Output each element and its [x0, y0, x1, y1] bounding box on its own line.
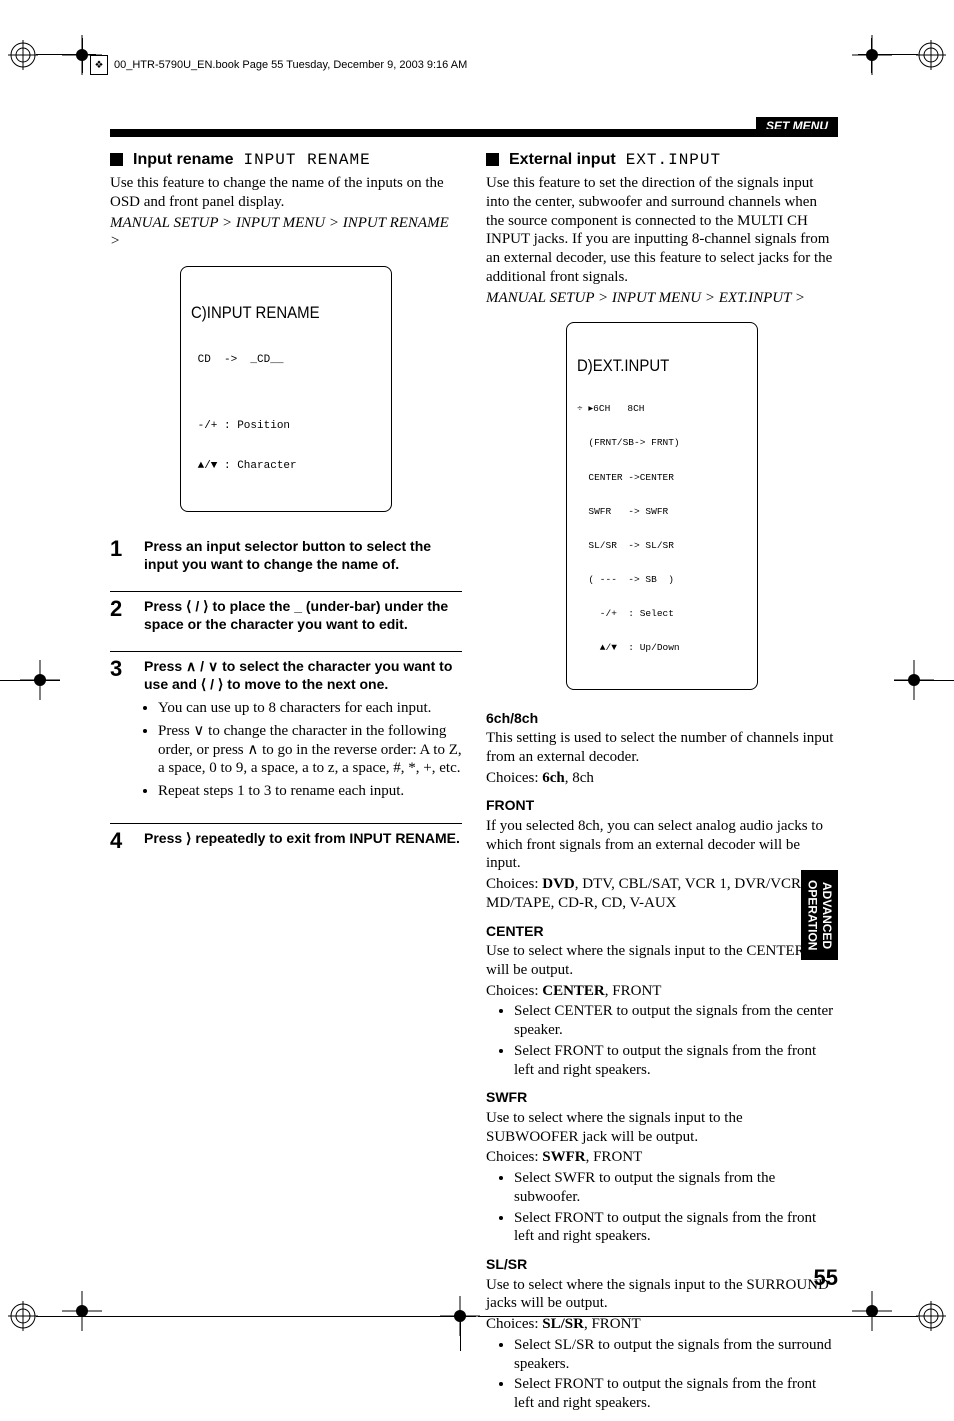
choices: Choices: DVD, DTV, CBL/SAT, VCR 1, DVR/V… [486, 875, 838, 913]
step-text: Press ⟨ / ⟩ to place the _ (under-bar) u… [144, 598, 462, 633]
reg-line [871, 38, 872, 73]
step-text: Press ⟩ repeatedly to exit from INPUT RE… [144, 830, 462, 852]
subsection-title: SL/SR [486, 1256, 838, 1274]
reg-line [82, 38, 83, 73]
lcd-line: -/+ : Position [191, 420, 381, 433]
step-text: Press an input selector button to select… [144, 538, 462, 573]
reg-mark-icon [916, 40, 946, 70]
bullet-item: Select FRONT to output the signals from … [514, 1042, 838, 1080]
bullet-item: Select SL/SR to output the signals from … [514, 1336, 838, 1374]
filename-line: 00_HTR-5790U_EN.book Page 55 Tuesday, De… [114, 59, 467, 71]
bullets: Select CENTER to output the signals from… [486, 1002, 838, 1079]
subsection-title: 6ch/8ch [486, 710, 838, 728]
breadcrumb: MANUAL SETUP > INPUT MENU > EXT.INPUT > [486, 289, 838, 308]
bullet-item: Select FRONT to output the signals from … [514, 1209, 838, 1247]
reg-line [894, 680, 954, 681]
osd-label: INPUT RENAME [243, 150, 370, 170]
bullet-item: Select SWFR to output the signals from t… [514, 1169, 838, 1207]
lcd-display: D)EXT.INPUT ÷ ▸6CH 8CH (FRNT/SB-> FRNT) … [566, 322, 758, 689]
subsection-title: SWFR [486, 1089, 838, 1107]
cross-mark-icon [852, 1291, 892, 1331]
choices: Choices: SL/SR, FRONT [486, 1315, 838, 1334]
bullet-item: Press ∨ to change the character in the f… [158, 722, 462, 778]
choices: Choices: CENTER, FRONT [486, 982, 838, 1001]
lcd-line: ▲/▼ : Up/Down [577, 642, 747, 653]
right-column: External input EXT.INPUT Use this featur… [486, 150, 838, 1421]
reg-line [0, 680, 60, 681]
step-row: 1 Press an input selector button to sele… [110, 532, 462, 573]
choices: Choices: SWFR, FRONT [486, 1148, 838, 1167]
section-title: External input [509, 150, 616, 170]
osd-label: EXT.INPUT [626, 150, 721, 170]
cross-mark-icon [62, 1291, 102, 1331]
bullets: Select SL/SR to output the signals from … [486, 1336, 838, 1413]
lcd-line: ( --- -> SB ) [577, 574, 747, 585]
section-title: Input rename [133, 150, 233, 170]
lcd-line: ▲/▼ : Character [191, 460, 381, 473]
lcd-line: CENTER ->CENTER [577, 472, 747, 483]
lcd-line: CD -> _CD__ [191, 354, 381, 367]
lcd-title: C)INPUT RENAME [191, 303, 358, 323]
side-tab: ADVANCED OPERATION [801, 870, 838, 960]
bullet-item: Select CENTER to output the signals from… [514, 1002, 838, 1040]
step-number: 3 [110, 658, 130, 805]
bullets: Select SWFR to output the signals from t… [486, 1169, 838, 1246]
cross-mark-icon [852, 35, 892, 75]
lcd-display: C)INPUT RENAME CD -> _CD__ -/+ : Positio… [180, 266, 392, 512]
intro-text: Use this feature to change the name of t… [110, 174, 462, 212]
bullet-item: You can use up to 8 characters for each … [158, 699, 462, 718]
step-number: 2 [110, 598, 130, 633]
left-column: Input rename INPUT RENAME Use this featu… [110, 150, 462, 1421]
page-number: 55 [814, 1265, 838, 1291]
subsection-title: FRONT [486, 797, 838, 815]
reg-mark-icon [8, 1301, 38, 1331]
subsection-text: Use to select where the signals input to… [486, 942, 838, 980]
bullet-item: Repeat steps 1 to 3 to rename each input… [158, 782, 462, 801]
print-header: ❖ 00_HTR-5790U_EN.book Page 55 Tuesday, … [90, 55, 467, 75]
lcd-line: (FRNT/SB-> FRNT) [577, 437, 747, 448]
subsection-title: CENTER [486, 923, 838, 941]
step-number: 4 [110, 830, 130, 852]
lcd-line: SL/SR -> SL/SR [577, 540, 747, 551]
subsection-text: Use to select where the signals input to… [486, 1276, 838, 1314]
step-row: 3 Press ∧ / ∨ to select the character yo… [110, 651, 462, 805]
step-row: 2 Press ⟨ / ⟩ to place the _ (under-bar)… [110, 591, 462, 633]
subsection-text: This setting is used to select the numbe… [486, 729, 838, 767]
lcd-title: D)EXT.INPUT [577, 356, 727, 376]
lcd-line: SWFR -> SWFR [577, 506, 747, 517]
reg-line [36, 54, 96, 55]
step-text: Press ∧ / ∨ to select the character you … [144, 658, 452, 692]
bullet-square-icon [110, 153, 123, 166]
subsection-text: If you selected 8ch, you can select anal… [486, 817, 838, 873]
step-number: 1 [110, 538, 130, 573]
sub-bullets: You can use up to 8 characters for each … [144, 699, 462, 801]
reg-mark-icon [916, 1301, 946, 1331]
choices: Choices: 6ch, 8ch [486, 769, 838, 788]
header-rule [110, 129, 838, 137]
step-row: 4 Press ⟩ repeatedly to exit from INPUT … [110, 823, 462, 852]
subsection-text: Use to select where the signals input to… [486, 1109, 838, 1147]
intro-text: Use this feature to set the direction of… [486, 174, 838, 287]
lcd-line: ÷ ▸6CH 8CH [577, 403, 747, 414]
bullet-item: Select FRONT to output the signals from … [514, 1375, 838, 1413]
breadcrumb: MANUAL SETUP > INPUT MENU > INPUT RENAME… [110, 214, 462, 252]
page: ❖ 00_HTR-5790U_EN.book Page 55 Tuesday, … [0, 0, 954, 1351]
lcd-line: -/+ : Select [577, 608, 747, 619]
reg-line [858, 54, 918, 55]
bullet-square-icon [486, 153, 499, 166]
reg-mark-icon [8, 40, 38, 70]
book-icon: ❖ [90, 55, 108, 75]
